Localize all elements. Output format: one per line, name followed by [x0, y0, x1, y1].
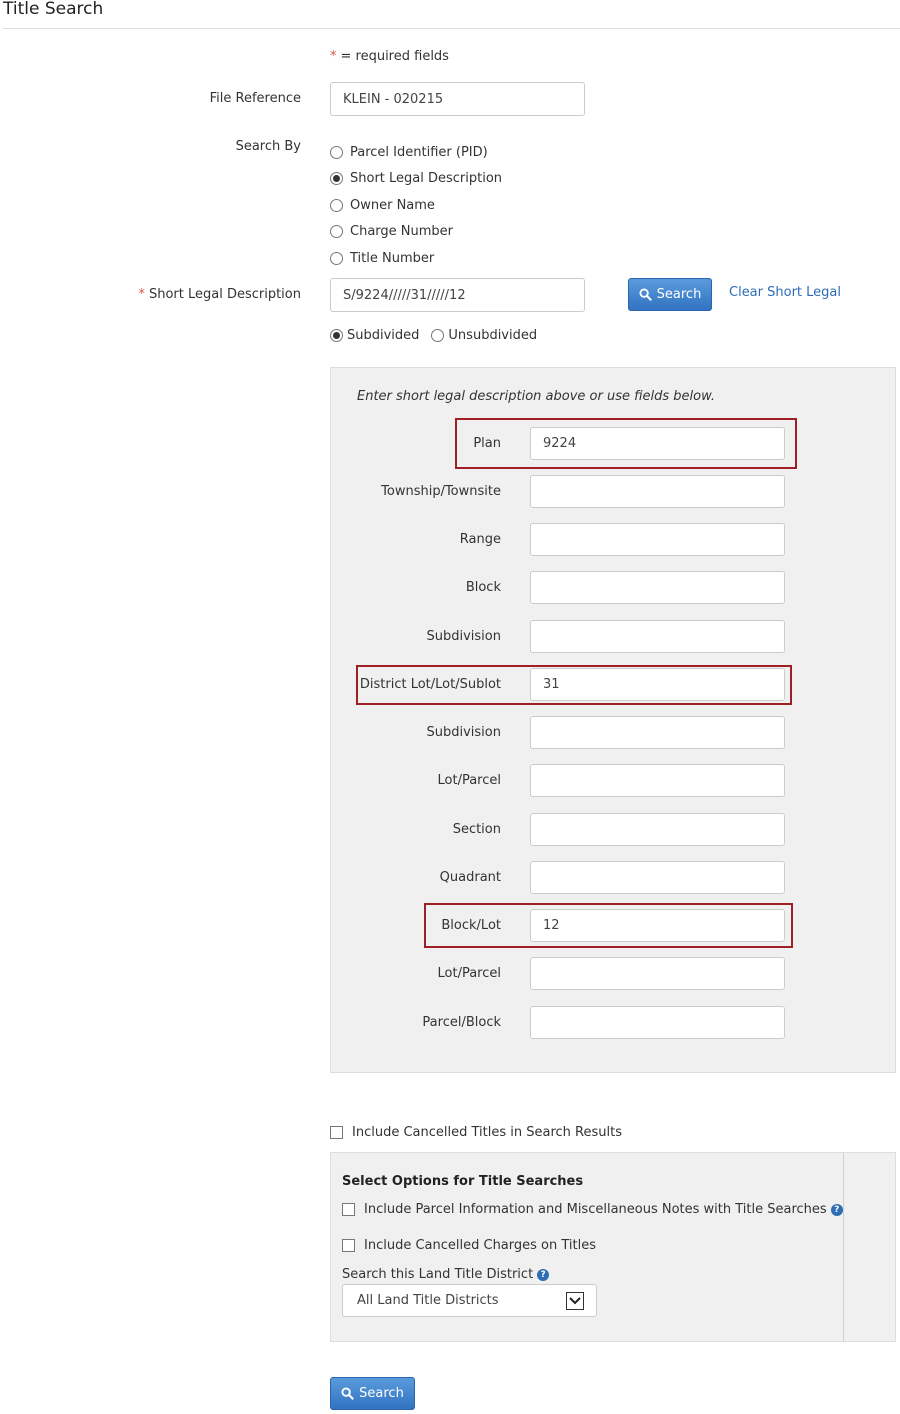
help-icon[interactable]: ?: [830, 1203, 843, 1216]
chevron-down-icon[interactable]: [566, 1292, 584, 1310]
township-input[interactable]: [530, 475, 785, 508]
lot-parcel-2-input[interactable]: [530, 957, 785, 990]
search-by-radio-group: Parcel Identifier (PID) Short Legal Desc…: [330, 139, 502, 272]
title-divider: [3, 28, 900, 29]
highlight-box-district-lot: [356, 665, 792, 705]
search-by-option-charge[interactable]: Charge Number: [330, 219, 502, 246]
required-mark: *: [138, 287, 145, 302]
field-label-parcel-block: Parcel/Block: [422, 1015, 501, 1030]
field-label-lot-parcel-2: Lot/Parcel: [437, 966, 501, 981]
required-mark: *: [330, 49, 337, 64]
options-title: Select Options for Title Searches: [342, 1174, 584, 1189]
field-label-range: Range: [459, 532, 501, 547]
required-note: * = required fields: [330, 49, 449, 64]
section-input[interactable]: [530, 813, 785, 846]
required-note-text: = required fields: [340, 49, 449, 64]
search-by-option-short-legal[interactable]: Short Legal Description: [330, 166, 502, 193]
short-legal-label: * Short Legal Description: [100, 287, 301, 302]
page-title: Title Search: [3, 0, 104, 19]
search-by-option-title-number[interactable]: Title Number: [330, 245, 502, 272]
option-label: Parcel Identifier (PID): [350, 144, 488, 160]
options-panel-divider: [843, 1153, 844, 1341]
field-label-section: Section: [452, 822, 501, 837]
field-label-subdivision: Subdivision: [426, 629, 502, 644]
radio-button[interactable]: [330, 145, 343, 159]
field-label-subdivision-2: Subdivision: [426, 725, 502, 740]
button-label: Search: [359, 1386, 404, 1401]
radio-button[interactable]: [330, 198, 343, 212]
search-icon: [341, 1387, 354, 1400]
option-label: Short Legal Description: [350, 171, 503, 187]
unsubdivided-option[interactable]: Unsubdivided: [431, 328, 537, 343]
subdivided-option[interactable]: Subdivided: [330, 328, 419, 343]
land-title-district-select[interactable]: All Land Title Districts: [342, 1284, 597, 1317]
help-icon[interactable]: ?: [537, 1268, 550, 1281]
subdivision-input[interactable]: [530, 620, 785, 653]
option-label: Title Number: [350, 250, 435, 266]
include-cancelled-titles-checkbox[interactable]: [330, 1126, 343, 1139]
subdivision-type-group: Subdivided Unsubdivided: [330, 328, 537, 343]
range-input[interactable]: [530, 523, 785, 556]
search-by-option-pid[interactable]: Parcel Identifier (PID): [330, 139, 502, 166]
short-legal-search-button[interactable]: Search: [628, 278, 712, 311]
file-reference-label: File Reference: [209, 91, 301, 106]
search-by-option-owner[interactable]: Owner Name: [330, 192, 502, 219]
block-input[interactable]: [530, 571, 785, 604]
field-label-lot-parcel: Lot/Parcel: [437, 773, 501, 788]
checkbox-label: Include Parcel Information and Miscellan…: [364, 1202, 827, 1217]
checkbox-label: Include Cancelled Charges on Titles: [364, 1238, 597, 1253]
quadrant-input[interactable]: [530, 861, 785, 894]
button-label: Search: [656, 287, 702, 302]
include-parcel-info-checkbox[interactable]: [342, 1203, 355, 1216]
highlight-box-plan: [455, 418, 797, 469]
include-cancelled-charges-checkbox[interactable]: [342, 1239, 355, 1252]
radio-button[interactable]: [330, 225, 343, 239]
file-reference-input[interactable]: [330, 82, 585, 116]
field-label-township: Township/Townsite: [381, 484, 501, 499]
district-label-text: Search this Land Title District: [342, 1267, 534, 1282]
lot-parcel-input[interactable]: [530, 764, 785, 797]
include-parcel-info[interactable]: Include Parcel Information and Miscellan…: [342, 1202, 843, 1217]
option-label: Unsubdivided: [448, 328, 538, 343]
clear-short-legal-link[interactable]: Clear Short Legal: [729, 285, 841, 300]
option-label: Charge Number: [350, 224, 454, 240]
subdivision-2-input[interactable]: [530, 716, 785, 749]
option-label: Subdivided: [347, 328, 420, 343]
radio-button[interactable]: [330, 172, 343, 186]
fields-hint: Enter short legal description above or u…: [357, 389, 716, 404]
checkbox-label: Include Cancelled Titles in Search Resul…: [352, 1125, 622, 1140]
highlight-box-block-lot: [424, 903, 793, 948]
option-label: Owner Name: [350, 197, 435, 213]
search-button[interactable]: Search: [330, 1377, 415, 1410]
field-label-block: Block: [465, 580, 501, 595]
district-label: Search this Land Title District?: [342, 1267, 550, 1282]
include-cancelled-charges[interactable]: Include Cancelled Charges on Titles: [342, 1238, 596, 1253]
search-icon: [639, 288, 652, 301]
parcel-block-input[interactable]: [530, 1006, 785, 1039]
field-label-quadrant: Quadrant: [439, 870, 501, 885]
include-cancelled-titles[interactable]: Include Cancelled Titles in Search Resul…: [330, 1125, 622, 1140]
search-by-label: Search By: [235, 139, 301, 154]
radio-button[interactable]: [431, 329, 445, 342]
short-legal-input[interactable]: [330, 278, 585, 312]
radio-button[interactable]: [330, 251, 343, 265]
short-legal-label-text: Short Legal Description: [148, 287, 301, 302]
select-value: All Land Title Districts: [357, 1293, 499, 1308]
radio-button[interactable]: [330, 329, 343, 342]
